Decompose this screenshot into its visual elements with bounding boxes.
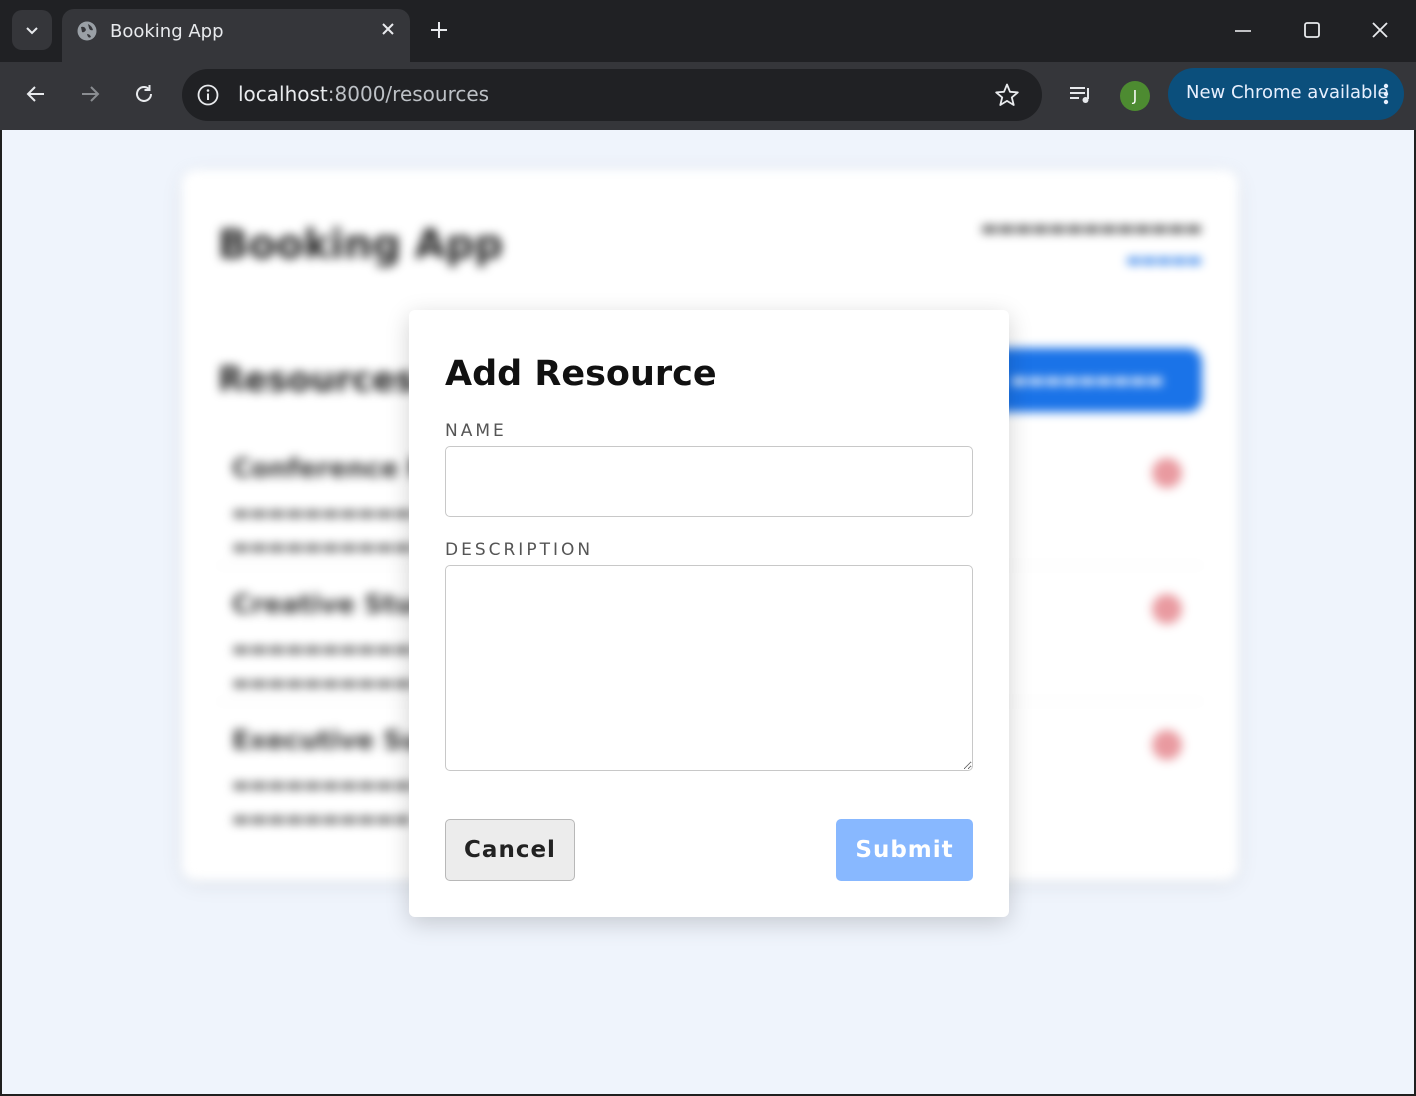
description-label: DESCRIPTION (445, 540, 594, 560)
maximize-icon[interactable] (1302, 20, 1322, 40)
plus-icon[interactable] (428, 19, 450, 41)
submit-button[interactable]: Submit (836, 819, 973, 881)
name-label: NAME (445, 421, 507, 441)
info-icon[interactable] (196, 83, 220, 107)
address-bar[interactable]: localhost:8000/resources (182, 69, 1042, 121)
page-viewport: Booking App ▬▬▬▬▬▬▬▬▬▬▬▬▬ ▬▬▬▬▬ Resource… (2, 130, 1414, 1094)
tab-search-button[interactable] (12, 10, 52, 50)
reload-icon[interactable] (132, 82, 156, 106)
more-vertical-icon (1383, 83, 1389, 105)
app-title: Booking App (218, 222, 504, 268)
update-button-label: New Chrome available (1186, 82, 1389, 103)
url-path: :8000/resources (327, 82, 490, 106)
resources-heading: Resources (218, 360, 416, 400)
chevron-down-icon (26, 27, 38, 35)
profile-avatar[interactable]: J (1120, 81, 1150, 111)
add-resource-modal: Add Resource NAME DESCRIPTION Cancel Sub… (409, 310, 1009, 917)
delete-icon (1152, 730, 1182, 760)
media-controls-icon[interactable] (1068, 82, 1094, 108)
window-close-icon[interactable] (1370, 20, 1390, 40)
url-host: localhost (238, 82, 328, 106)
forward-arrow-icon[interactable] (78, 82, 102, 106)
tab-title: Booking App (110, 21, 224, 42)
name-input[interactable] (445, 446, 973, 517)
modal-title: Add Resource (445, 354, 717, 394)
url-text: localhost:8000/resources (238, 82, 489, 106)
tab-strip: Booking App (0, 0, 1416, 62)
globe-icon (77, 21, 97, 41)
user-email: ▬▬▬▬▬▬▬▬▬▬▬▬▬ (980, 218, 1202, 239)
new-chrome-available-button[interactable]: New Chrome available (1168, 68, 1404, 120)
close-icon[interactable] (380, 21, 396, 37)
back-arrow-icon[interactable] (24, 82, 48, 106)
delete-icon (1152, 458, 1182, 488)
minimize-icon[interactable] (1233, 20, 1253, 40)
description-textarea[interactable] (445, 565, 973, 771)
browser-tab[interactable]: Booking App (62, 9, 410, 62)
bookmark-star-icon[interactable] (994, 82, 1020, 108)
delete-icon (1152, 594, 1182, 624)
cancel-button[interactable]: Cancel (445, 819, 575, 881)
logout-link: ▬▬▬▬▬ (1126, 250, 1202, 269)
browser-toolbar: localhost:8000/resources J New Chrome av… (0, 62, 1416, 130)
